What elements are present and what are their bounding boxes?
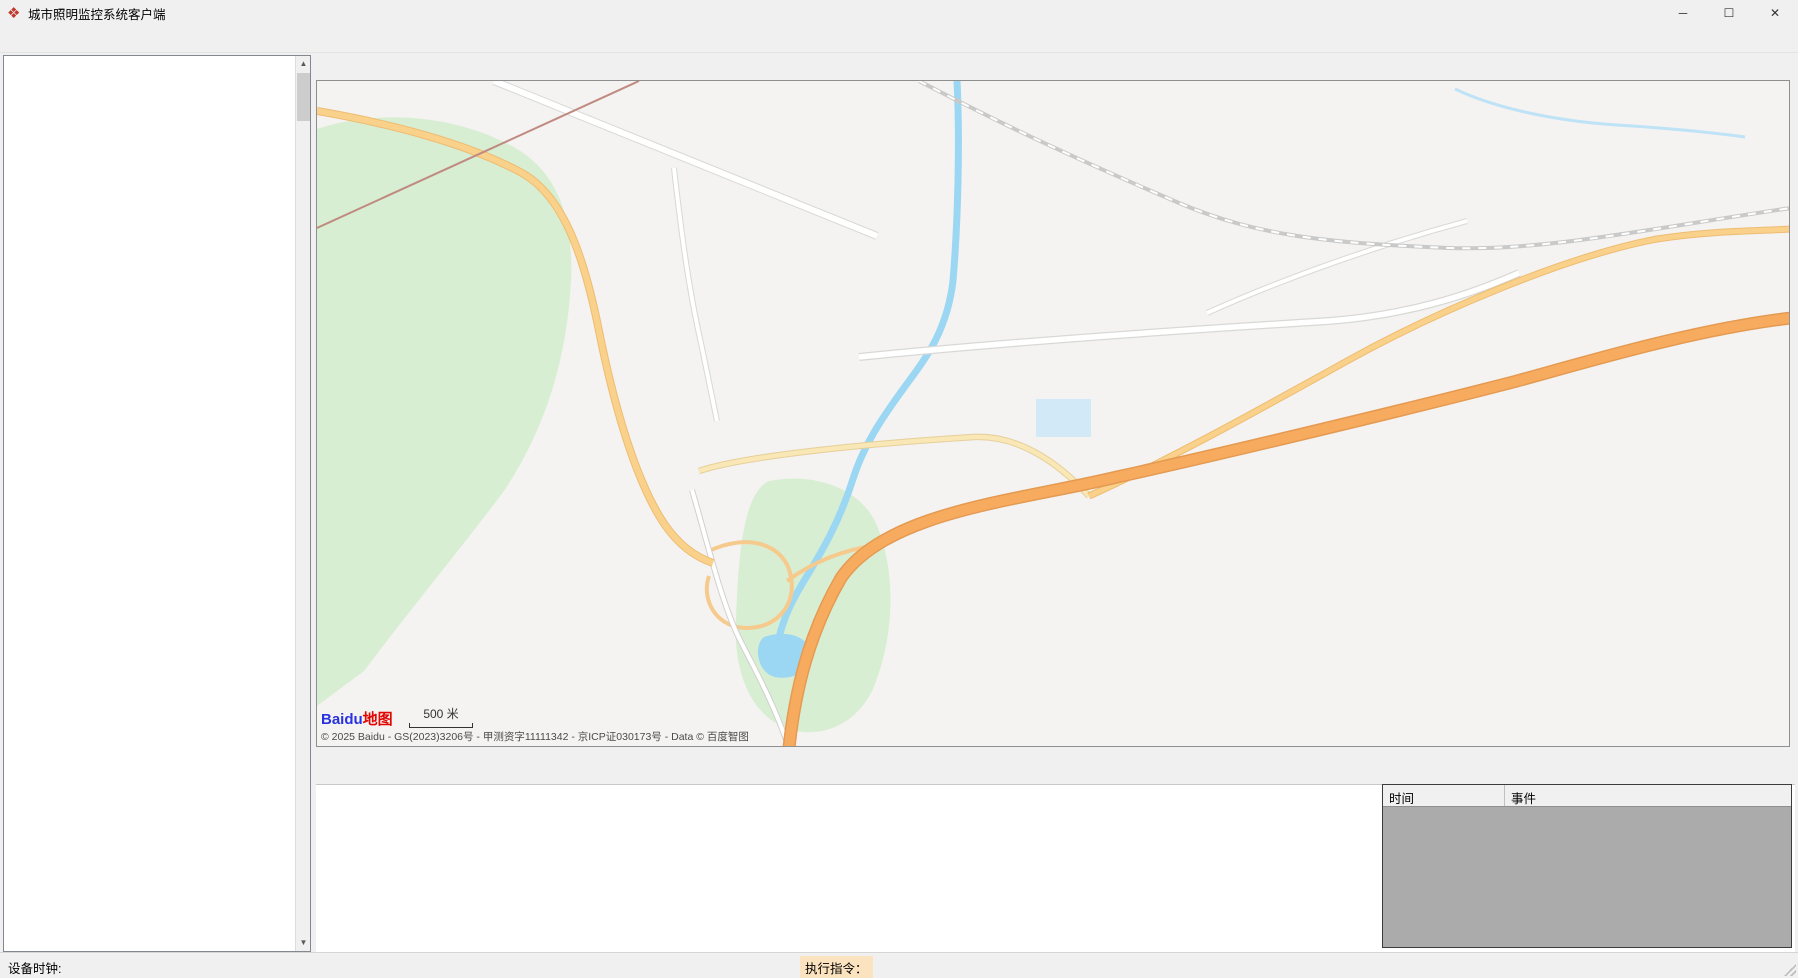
event-log-table: 时间 事件: [1382, 784, 1792, 948]
map-scale-bar: 500 米: [409, 705, 473, 728]
event-log-header: 时间 事件: [1383, 785, 1791, 807]
baidu-logo: Baidu地图: [321, 711, 393, 728]
tree-scrollbar[interactable]: ▲ ▼: [295, 56, 310, 951]
map-attribution: Baidu地图 © 2025 Baidu - GS(2023)3206号 - 甲…: [321, 708, 749, 744]
exec-command-label: 执行指令：: [800, 956, 873, 978]
map-base-layer: [317, 81, 1790, 747]
status-bar: 设备时钟: 执行指令：: [0, 952, 1798, 978]
minimize-button[interactable]: ─: [1660, 0, 1706, 26]
scroll-down-icon[interactable]: ▼: [296, 935, 311, 951]
menu-bar: [0, 26, 1798, 53]
column-time: 时间: [1383, 785, 1505, 806]
map-copyright: © 2025 Baidu - GS(2023)3206号 - 甲测资字11111…: [321, 729, 749, 744]
scroll-thumb[interactable]: [297, 73, 310, 121]
window-title: 城市照明监控系统客户端: [28, 4, 166, 23]
column-event: 事件: [1505, 785, 1542, 806]
map-canvas[interactable]: Baidu地图 © 2025 Baidu - GS(2023)3206号 - 甲…: [316, 80, 1790, 747]
maximize-button[interactable]: ☐: [1706, 0, 1752, 26]
device-tree: [4, 56, 295, 951]
app-window: ❖ 城市照明监控系统客户端 ─ ☐ ✕ ▲ ▼: [0, 0, 1798, 978]
device-tree-panel: ▲ ▼: [3, 55, 311, 952]
device-clock-label: 设备时钟:: [8, 958, 61, 977]
app-icon: ❖: [7, 6, 22, 21]
title-bar: ❖ 城市照明监控系统客户端 ─ ☐ ✕: [0, 0, 1798, 26]
close-button[interactable]: ✕: [1752, 0, 1798, 26]
scroll-up-icon[interactable]: ▲: [296, 56, 311, 72]
resize-grip[interactable]: [1784, 964, 1796, 976]
